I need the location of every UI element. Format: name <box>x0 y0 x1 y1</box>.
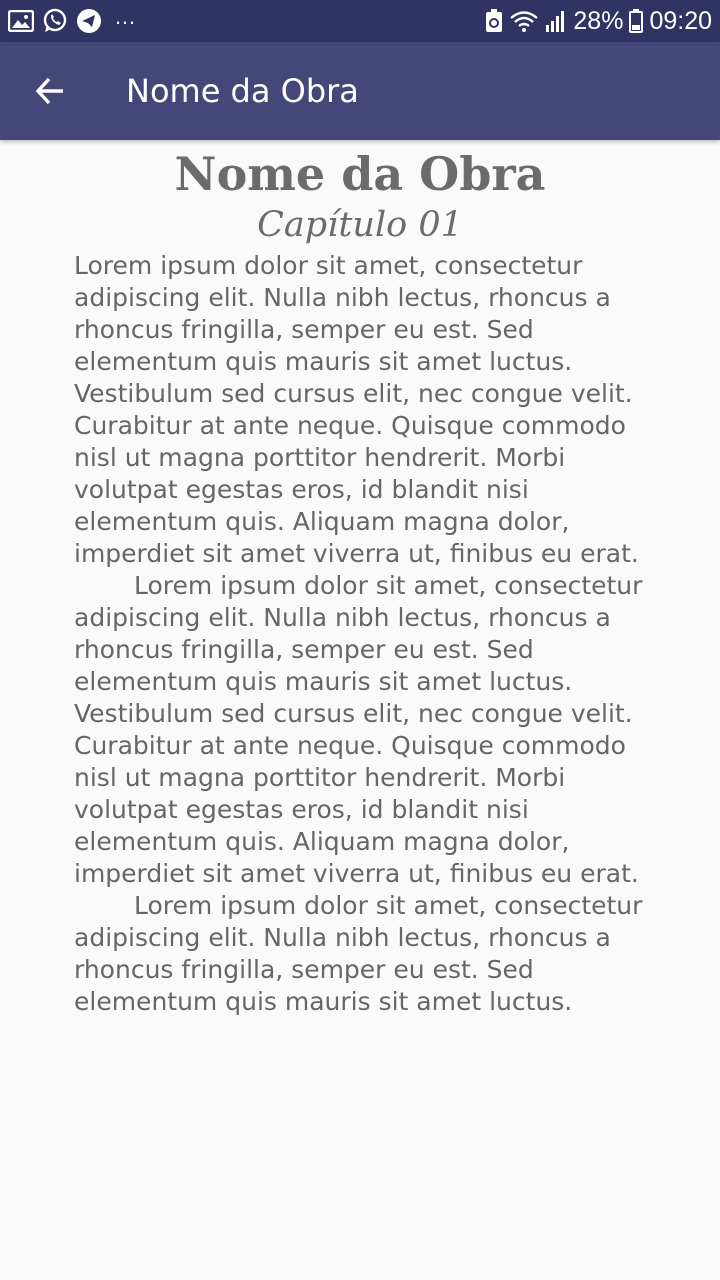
whatsapp-icon <box>42 8 68 34</box>
chapter-body: Lorem ipsum dolor sit amet, consectetur … <box>74 250 646 1016</box>
status-bar: … 28% 09:20 <box>0 0 720 42</box>
status-time: 09:20 <box>649 6 712 35</box>
chapter-title: Capítulo 01 <box>257 205 463 245</box>
paragraph: Lorem ipsum dolor sit amet, consectetur … <box>74 571 651 888</box>
paragraph: Lorem ipsum dolor sit amet, consectetur … <box>74 251 641 568</box>
more-notifications: … <box>114 4 137 29</box>
arrow-back-icon <box>35 77 63 105</box>
app-bar: Nome da Obra <box>0 42 720 140</box>
app-bar-title: Nome da Obra <box>126 72 359 110</box>
data-saver-icon <box>485 9 503 33</box>
reader-content[interactable]: Nome da Obra Capítulo 01 Lorem ipsum dol… <box>0 140 720 1016</box>
wifi-icon <box>509 9 539 33</box>
work-title: Nome da Obra <box>174 147 546 201</box>
battery-percent: 28% <box>573 6 624 35</box>
battery-icon <box>629 9 644 33</box>
paragraph: Lorem ipsum dolor sit amet, consectetur … <box>74 891 643 1016</box>
signal-icon <box>545 9 567 33</box>
back-button[interactable] <box>20 61 80 121</box>
image-icon <box>8 10 34 32</box>
status-left: … <box>8 4 137 34</box>
status-right: 28% 09:20 <box>485 7 712 36</box>
telegram-icon <box>76 8 102 34</box>
